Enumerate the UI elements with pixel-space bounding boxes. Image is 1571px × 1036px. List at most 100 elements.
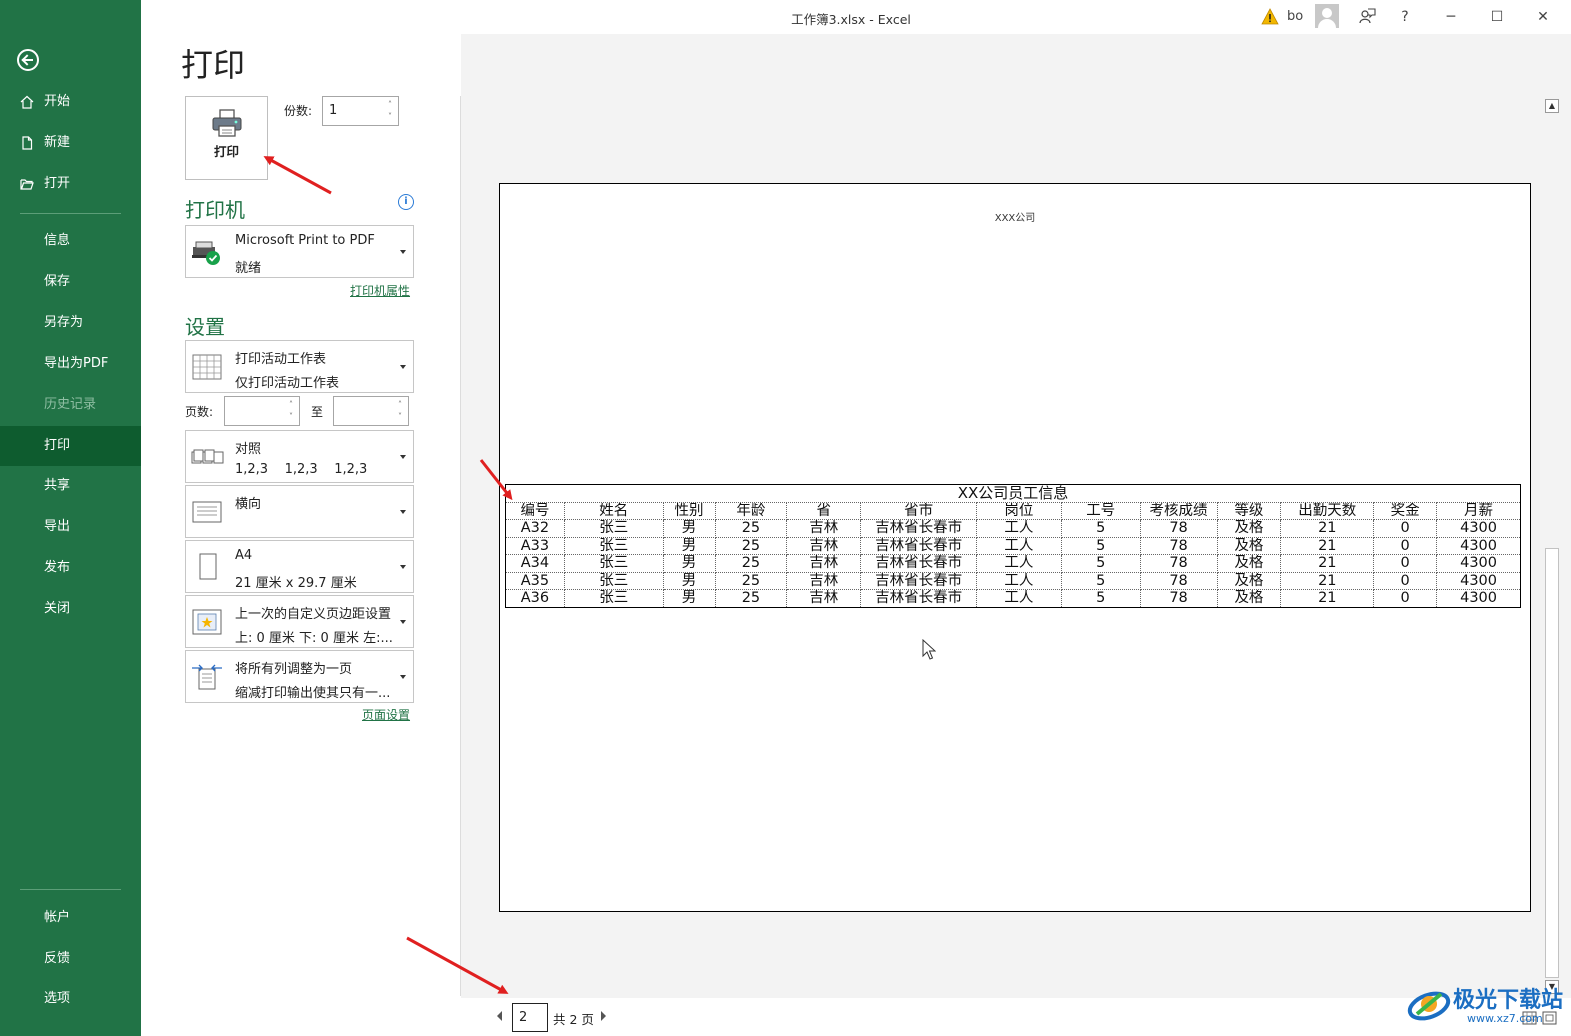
chevron-down-icon <box>400 619 406 624</box>
copies-down-icon[interactable]: ˅ <box>385 112 395 122</box>
print-preview: XXX公司 XX公司员工信息 编号 姓名 性别 年龄省省市 岗位 工号 考核成绩 等级 出勤天数… <box>461 34 1543 998</box>
copies-input[interactable]: 1 ˄ ˅ <box>322 96 399 126</box>
print-button[interactable]: 打印 <box>185 96 268 180</box>
pages-to-down-icon[interactable]: ˅ <box>395 412 405 422</box>
table-cell: 4300 <box>1436 589 1521 608</box>
copies-up-icon[interactable]: ˄ <box>385 100 395 110</box>
previous-page-icon[interactable] <box>497 1011 502 1021</box>
sidebar-item-info[interactable]: 信息 <box>0 221 141 261</box>
print-scope-dropdown[interactable]: 打印活动工作表 仅打印活动工作表 <box>185 340 414 393</box>
page-setup-link[interactable]: 页面设置 <box>362 706 410 723</box>
pages-from-down-icon[interactable]: ˅ <box>286 412 296 422</box>
table-cell: 5 <box>1060 554 1141 573</box>
scroll-up-icon[interactable]: ▲ <box>1545 99 1559 113</box>
table-cell: 25 <box>714 536 788 555</box>
scaling-dropdown[interactable]: 将所有列调整为一页 缩减打印输出使其只有一... <box>185 650 414 703</box>
table-cell: 男 <box>662 536 716 555</box>
table-cell: 及格 <box>1216 519 1282 538</box>
printer-dropdown[interactable]: Microsoft Print to PDF 就绪 <box>185 225 414 278</box>
table-cell: 吉林 <box>786 519 862 538</box>
table-cell: 及格 <box>1216 589 1282 608</box>
watermark-name: 极光下载站 <box>1453 988 1564 1013</box>
table-cell: 工人 <box>976 554 1062 573</box>
table-cell: 78 <box>1139 519 1218 538</box>
table-cell: 25 <box>714 554 788 573</box>
sidebar-item-share[interactable]: 共享 <box>0 466 141 506</box>
table-cell: 5 <box>1060 589 1141 608</box>
table-cell: 0 <box>1373 519 1438 538</box>
margins-dropdown[interactable]: 上一次的自定义页边距设置 上: 0 厘米 下: 0 厘米 左:... <box>185 595 414 648</box>
table-cell: 工人 <box>976 571 1062 590</box>
table-cell: 21 <box>1280 536 1375 555</box>
sidebar-item-label: 发布 <box>44 560 71 575</box>
page-header-text: XXX公司 <box>994 213 1036 224</box>
sidebar-item-export-pdf[interactable]: 导出为PDF <box>0 344 141 384</box>
sidebar-item-new[interactable]: 新建 <box>0 123 141 163</box>
preview-page: XXX公司 XX公司员工信息 编号 姓名 性别 年龄省省市 岗位 工号 考核成绩 等级 出勤天数… <box>499 183 1531 912</box>
chevron-down-icon <box>400 674 406 679</box>
sidebar-item-close[interactable]: 关闭 <box>0 589 141 629</box>
table-cell: 吉林 <box>786 571 862 590</box>
sidebar-item-save-as[interactable]: 另存为 <box>0 303 141 343</box>
table-header-cell: 出勤天数 <box>1280 501 1375 520</box>
margins-icon <box>192 609 222 634</box>
sidebar-item-options[interactable]: 选项 <box>0 979 141 1019</box>
chevron-down-icon <box>400 564 406 569</box>
table-cell: A33 <box>505 536 565 555</box>
sidebar-item-open[interactable]: 打开 <box>0 164 141 204</box>
paper-size-dropdown[interactable]: A4 21 厘米 x 29.7 厘米 <box>185 540 414 593</box>
sidebar-item-account[interactable]: 帐户 <box>0 898 141 938</box>
table-cell: A35 <box>505 571 565 590</box>
user-name[interactable]: bo <box>1287 6 1303 28</box>
avatar-icon[interactable] <box>1315 4 1339 28</box>
next-page-icon[interactable] <box>601 1011 606 1021</box>
sidebar-item-label: 开始 <box>44 94 71 109</box>
printer-properties-link[interactable]: 打印机属性 <box>350 282 410 299</box>
scaling-desc: 缩减打印输出使其只有一... <box>235 686 391 701</box>
sidebar-item-home[interactable]: 开始 <box>0 82 141 122</box>
printer-section-title: 打印机 <box>185 198 245 222</box>
back-arrow-icon[interactable] <box>17 49 39 71</box>
sidebar-item-export[interactable]: 导出 <box>0 507 141 547</box>
preview-scrollbar[interactable]: ▲ ▼ <box>1544 96 1561 998</box>
table-cell: 吉林省长春市 <box>860 536 978 555</box>
table-cell: 吉林省长春市 <box>860 571 978 590</box>
pages-from-up-icon[interactable]: ˄ <box>286 400 296 410</box>
warning-icon[interactable] <box>1261 8 1279 26</box>
pages-from-input[interactable]: ˄ ˅ <box>224 396 300 426</box>
table-cell: 78 <box>1139 536 1218 555</box>
maximize-button[interactable]: ☐ <box>1483 6 1511 28</box>
current-page-input[interactable]: 2 <box>512 1003 548 1032</box>
table-cell: 21 <box>1280 554 1375 573</box>
page-total: 共 2 页 <box>553 1012 594 1027</box>
sidebar-item-print[interactable]: 打印 <box>0 426 141 466</box>
table-cell: 78 <box>1139 589 1218 608</box>
table-row: A36 张三男 25 吉林 吉林省长春市 工人 5 78 及格 21 0 4300 <box>505 589 1521 608</box>
sidebar-item-publish[interactable]: 发布 <box>0 548 141 588</box>
collate-dropdown[interactable]: 对照 1,2,3 1,2,3 1,2,3 <box>185 430 414 483</box>
scrollbar-thumb[interactable] <box>1545 548 1559 978</box>
table-cell: 0 <box>1373 554 1438 573</box>
chevron-down-icon <box>400 364 406 369</box>
table-cell: 张三 <box>563 571 664 590</box>
table-cell: 男 <box>662 519 716 538</box>
close-button[interactable]: ✕ <box>1529 6 1557 28</box>
print-scope-desc: 仅打印活动工作表 <box>235 376 340 391</box>
pages-to-input[interactable]: ˄ ˅ <box>333 396 409 426</box>
help-icon[interactable]: ? <box>1397 6 1413 28</box>
coauthoring-icon[interactable] <box>1357 7 1377 27</box>
backstage-sidebar: 开始 新建 打开 信息 保存 另存为 导出为PDF 历史记录 打印 共享 导出 … <box>0 0 141 1036</box>
sidebar-item-label: 打开 <box>44 176 71 191</box>
sidebar-item-feedback[interactable]: 反馈 <box>0 939 141 979</box>
minimize-button[interactable]: ─ <box>1437 6 1465 28</box>
table-header-cell: 考核成绩 <box>1139 501 1218 520</box>
table-cell: 21 <box>1280 519 1375 538</box>
sidebar-item-label: 共享 <box>44 478 71 493</box>
printer-name: Microsoft Print to PDF <box>235 233 375 248</box>
orientation-dropdown[interactable]: 横向 <box>185 485 414 538</box>
pages-to-up-icon[interactable]: ˄ <box>395 400 405 410</box>
sidebar-item-save[interactable]: 保存 <box>0 262 141 302</box>
info-icon[interactable]: i <box>398 194 414 210</box>
scaling-title: 将所有列调整为一页 <box>235 662 353 677</box>
orientation-value: 横向 <box>235 497 262 512</box>
